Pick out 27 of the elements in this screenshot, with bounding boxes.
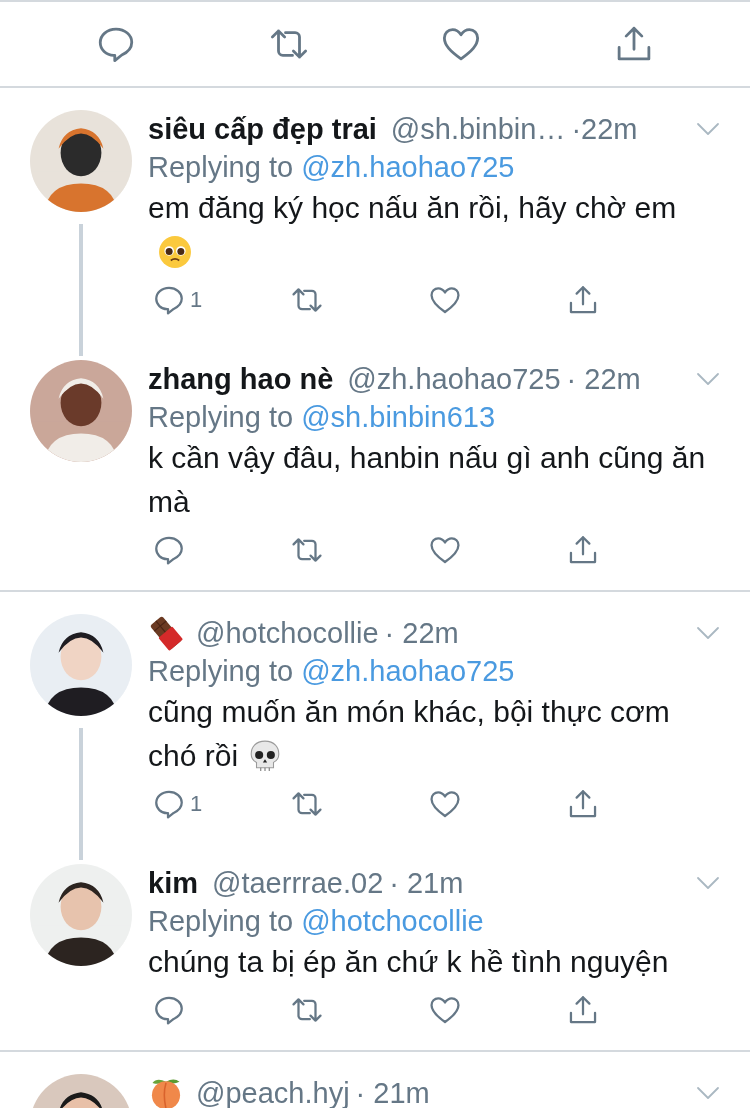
reply-count: 1 <box>190 791 203 817</box>
tweet-text: em đăng ký học nấu ăn rồi, hãy chờ em <box>148 191 677 224</box>
user-handle: @zh.haohao725 <box>347 362 561 396</box>
user-handle: @sh.binbin… <box>390 112 566 146</box>
display-name: zhang hao nè <box>148 362 334 396</box>
display-name: siêu cấp đẹp trai <box>148 112 377 146</box>
timestamp: · 22m <box>566 362 641 396</box>
timestamp: · 21m <box>355 1076 430 1108</box>
replying-to-text: Replying to @hotchocollie <box>148 904 485 939</box>
timestamp: · 21m <box>389 866 464 900</box>
user-handle: @peach.hyj <box>196 1076 350 1108</box>
tweet-text: chúng ta bị ép ăn chứ k hề tình nguyện <box>148 945 669 978</box>
replying-to-text: Replying to @zh.haohao725 <box>148 654 516 689</box>
replying-to-text: Replying to @zh.haohao725 <box>148 150 516 185</box>
mention-link[interactable]: @zh.haohao725 <box>301 655 515 687</box>
timestamp: · 22m <box>384 616 459 650</box>
timestamp: ·22m <box>571 112 638 146</box>
mention-link[interactable]: @zh.haohao725 <box>301 151 515 183</box>
tweet-text: k cần vậy đâu, hanbin nấu gì anh cũng ăn mà <box>148 441 706 518</box>
replying-to-text: Replying to @sh.binbin613 <box>148 400 497 435</box>
tweet-text: cũng muốn ăn món khác, bội thực cơm chó rồi <box>148 695 670 772</box>
user-handle: @taerrrae.02 <box>212 866 384 900</box>
display-name: kim <box>148 866 198 900</box>
mention-link[interactable]: @sh.binbin613 <box>301 401 496 433</box>
mention-link[interactable]: @hotchocollie <box>301 905 484 937</box>
reply-count: 1 <box>190 287 203 313</box>
user-handle: @hotchocollie <box>196 616 379 650</box>
